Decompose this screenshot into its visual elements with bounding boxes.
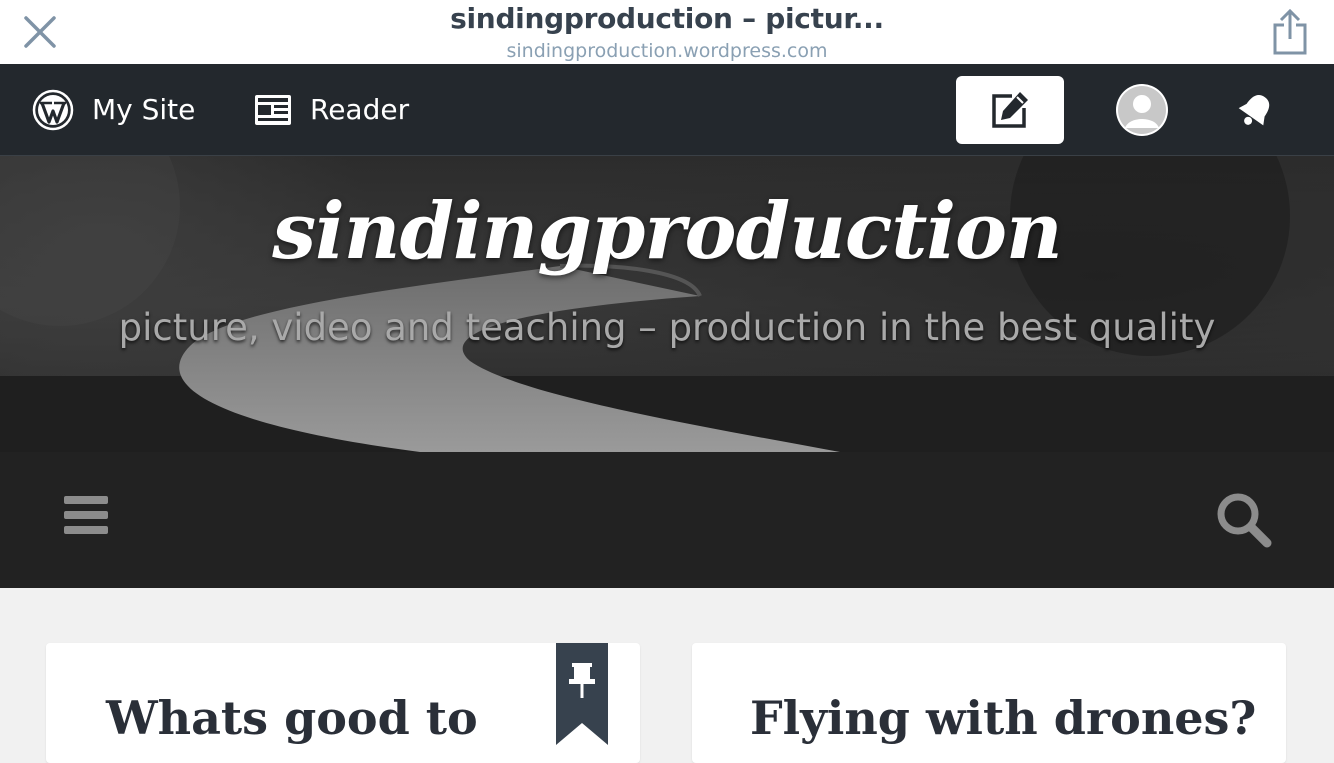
my-site-label: My Site — [92, 93, 196, 126]
site-navigation-bar — [0, 452, 1334, 588]
reader-icon — [255, 94, 291, 125]
hamburger-menu-button[interactable] — [64, 496, 114, 540]
site-title[interactable]: sindingproduction — [0, 186, 1334, 277]
post-card[interactable]: Flying with drones? — [692, 643, 1286, 763]
avatar[interactable] — [1116, 84, 1168, 136]
reader-button[interactable]: Reader — [254, 64, 409, 155]
reader-label: Reader — [310, 93, 410, 126]
page-url: sindingproduction.wordpress.com — [506, 40, 828, 62]
browser-top-bar: sindingproduction – pictur... sindingpro… — [0, 0, 1334, 64]
page-title: sindingproduction – pictur... — [450, 2, 884, 35]
wordpress-toolbar: My Site Reader — [0, 64, 1334, 156]
site-header-image: sindingproduction picture, video and tea… — [0, 156, 1334, 452]
write-post-button[interactable] — [956, 76, 1064, 144]
site-tagline: picture, video and teaching – production… — [118, 306, 1216, 349]
my-site-button[interactable]: My Site — [32, 64, 195, 155]
post-card[interactable]: Whats good to — [46, 643, 640, 763]
default-avatar-icon — [1118, 86, 1166, 134]
share-icon — [1273, 9, 1307, 55]
sticky-post-ribbon-icon — [556, 643, 608, 745]
write-post-icon — [992, 92, 1028, 128]
search-icon — [1217, 493, 1272, 548]
wordpress-logo-icon — [32, 89, 74, 130]
notifications-button[interactable] — [1228, 86, 1282, 136]
share-button[interactable] — [1266, 8, 1314, 56]
search-button[interactable] — [1214, 490, 1274, 550]
post-title[interactable]: Whats good to — [106, 691, 478, 745]
post-title[interactable]: Flying with drones? — [750, 691, 1256, 745]
hamburger-menu-icon — [64, 496, 114, 534]
notifications-bell-icon — [1238, 95, 1270, 126]
